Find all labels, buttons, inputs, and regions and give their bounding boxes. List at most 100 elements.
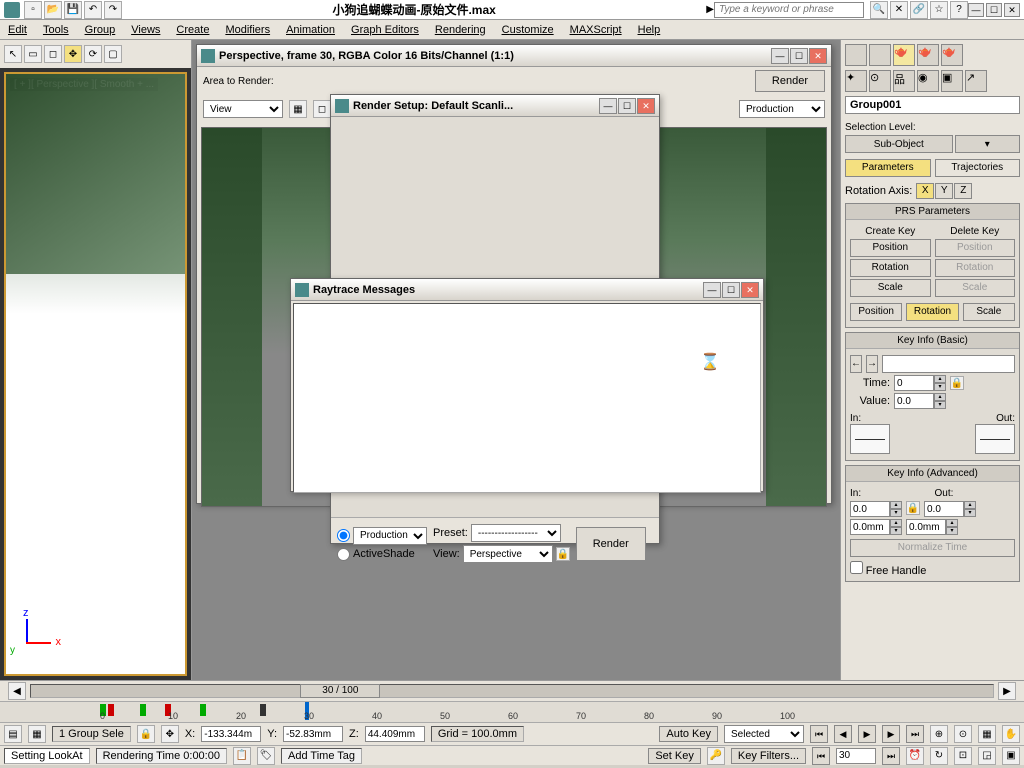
menu-rendering[interactable]: Rendering bbox=[435, 24, 486, 36]
prs-rollout-header[interactable]: PRS Parameters bbox=[846, 204, 1019, 220]
production-radio[interactable] bbox=[337, 529, 350, 542]
open-icon[interactable]: 📂 bbox=[44, 1, 62, 19]
tag-icon[interactable]: 🏷 bbox=[257, 747, 275, 765]
move-icon[interactable]: ✥ bbox=[64, 45, 82, 63]
time-ruler[interactable]: 0 10 20 30 40 50 60 70 80 90 100 bbox=[0, 701, 1024, 723]
menu-customize[interactable]: Customize bbox=[502, 24, 554, 36]
vp-nav-5[interactable]: ↻ bbox=[930, 747, 948, 765]
key-number-field[interactable] bbox=[882, 355, 1015, 373]
rs-close-button[interactable]: ✕ bbox=[637, 98, 655, 114]
next-key-button[interactable]: → bbox=[866, 355, 878, 373]
vp-nav-2[interactable]: ⊙ bbox=[954, 725, 972, 743]
save-icon[interactable]: 💾 bbox=[64, 1, 82, 19]
rt-close-button[interactable]: ✕ bbox=[741, 282, 759, 298]
trajectories-tab[interactable]: Trajectories bbox=[935, 159, 1021, 177]
key-mode-select[interactable]: Selected bbox=[724, 725, 804, 743]
lock-adv-icon[interactable]: 🔒 bbox=[906, 501, 920, 515]
rf-minimize-button[interactable]: — bbox=[771, 48, 789, 64]
search-input[interactable] bbox=[714, 2, 864, 18]
minimize-button[interactable]: — bbox=[968, 3, 984, 17]
rs-maximize-button[interactable]: ☐ bbox=[618, 98, 636, 114]
create-tab-icon[interactable] bbox=[845, 44, 867, 66]
star-icon[interactable]: ☆ bbox=[930, 1, 948, 19]
activeshade-radio[interactable] bbox=[337, 548, 350, 561]
create-rotation-button[interactable]: Rotation bbox=[850, 259, 931, 277]
rf-render-button[interactable]: Render bbox=[755, 70, 825, 92]
maximize-button[interactable]: ☐ bbox=[986, 3, 1002, 17]
key-filters-button[interactable]: Key Filters... bbox=[731, 748, 806, 764]
key-info-basic-header[interactable]: Key Info (Basic) bbox=[846, 333, 1019, 349]
vp-nav-3[interactable]: ▦ bbox=[978, 725, 996, 743]
goto-end-button[interactable]: ⏭ bbox=[906, 725, 924, 743]
icon-6[interactable]: ↗ bbox=[965, 70, 987, 92]
scale-icon[interactable]: ▢ bbox=[104, 45, 122, 63]
value-up[interactable]: ▴ bbox=[934, 393, 946, 401]
select-icon[interactable]: ↖ bbox=[4, 45, 22, 63]
prev-key-button[interactable]: ← bbox=[850, 355, 862, 373]
parameters-tab[interactable]: Parameters bbox=[845, 159, 931, 177]
create-scale-button[interactable]: Scale bbox=[850, 279, 931, 297]
hierarchy-tab-icon[interactable]: 🫖 bbox=[893, 44, 915, 66]
free-handle-checkbox[interactable] bbox=[850, 561, 863, 574]
y-coord-input[interactable] bbox=[283, 726, 343, 742]
add-time-tag[interactable]: Add Time Tag bbox=[281, 748, 362, 764]
status-icon-2[interactable]: ▦ bbox=[28, 725, 46, 743]
scale-mode-button[interactable]: Scale bbox=[963, 303, 1015, 321]
time-up[interactable]: ▴ bbox=[934, 375, 946, 383]
vp-nav-7[interactable]: ◲ bbox=[978, 747, 996, 765]
value-spinner[interactable] bbox=[894, 393, 934, 409]
time-down[interactable]: ▾ bbox=[934, 383, 946, 391]
in-tangent-button[interactable] bbox=[850, 424, 890, 454]
adv-in2-spinner[interactable] bbox=[850, 519, 890, 535]
preset-select[interactable]: ------------------ bbox=[471, 524, 561, 542]
binoculars-icon[interactable]: 🔍 bbox=[870, 1, 888, 19]
sub-object-dropdown[interactable]: ▾ bbox=[955, 135, 1020, 153]
menu-tools[interactable]: Tools bbox=[43, 24, 69, 36]
rs-minimize-button[interactable]: — bbox=[599, 98, 617, 114]
normalize-time-button[interactable]: Normalize Time bbox=[850, 539, 1015, 557]
rt-minimize-button[interactable]: — bbox=[703, 282, 721, 298]
modify-tab-icon[interactable] bbox=[869, 44, 891, 66]
goto-start-button[interactable]: ⏮ bbox=[810, 725, 828, 743]
rf-icon-2[interactable]: ◻ bbox=[313, 100, 331, 118]
rotation-mode-button[interactable]: Rotation bbox=[906, 303, 958, 321]
time-config-icon[interactable]: ⏰ bbox=[906, 747, 924, 765]
next-frame-button[interactable]: ▶ bbox=[882, 725, 900, 743]
rs-render-button[interactable]: Render bbox=[576, 527, 646, 561]
new-icon[interactable]: ▫ bbox=[24, 1, 42, 19]
rf-icon-1[interactable]: ▦ bbox=[289, 100, 307, 118]
set-key-button[interactable]: Set Key bbox=[648, 748, 701, 764]
next-key-nav-button[interactable]: ⏭ bbox=[882, 747, 900, 765]
delete-scale-button[interactable]: Scale bbox=[935, 279, 1016, 297]
icon-5[interactable]: ▣ bbox=[941, 70, 963, 92]
time-slider-thumb[interactable]: 30 / 100 bbox=[300, 684, 380, 698]
sub-object-button[interactable]: Sub-Object bbox=[845, 135, 953, 153]
time-slider-left[interactable]: ◀ bbox=[8, 682, 26, 700]
menu-maxscript[interactable]: MAXScript bbox=[570, 24, 622, 36]
prev-frame-button[interactable]: ◀ bbox=[834, 725, 852, 743]
key-icon[interactable]: 🔑 bbox=[707, 747, 725, 765]
status-icon-1[interactable]: ▤ bbox=[4, 725, 22, 743]
script-icon[interactable]: 📋 bbox=[233, 747, 251, 765]
lock-selection-icon[interactable]: 🔒 bbox=[137, 725, 155, 743]
menu-modifiers[interactable]: Modifiers bbox=[225, 24, 270, 36]
undo-icon[interactable]: ↶ bbox=[84, 1, 102, 19]
production-select[interactable]: Production bbox=[739, 100, 825, 118]
x-coord-input[interactable] bbox=[201, 726, 261, 742]
rotate-icon[interactable]: ⟳ bbox=[84, 45, 102, 63]
key-info-advanced-header[interactable]: Key Info (Advanced) bbox=[846, 466, 1019, 482]
time-slider-track[interactable]: 30 / 100 bbox=[30, 684, 994, 698]
viewport-perspective[interactable]: [ + ][ Perspective ][ Smooth + ... y bbox=[4, 72, 187, 676]
auto-key-button[interactable]: Auto Key bbox=[659, 726, 718, 742]
axis-z-button[interactable]: Z bbox=[954, 183, 972, 199]
current-frame-input[interactable] bbox=[836, 748, 876, 764]
vp-nav-1[interactable]: ⊕ bbox=[930, 725, 948, 743]
window-select-icon[interactable]: ◻ bbox=[44, 45, 62, 63]
adv-in-spinner[interactable] bbox=[850, 501, 890, 517]
menu-group[interactable]: Group bbox=[85, 24, 116, 36]
create-position-button[interactable]: Position bbox=[850, 239, 931, 257]
connect-icon[interactable]: ✕ bbox=[890, 1, 908, 19]
rf-close-button[interactable]: ✕ bbox=[809, 48, 827, 64]
redo-icon[interactable]: ↷ bbox=[104, 1, 122, 19]
vp-nav-4[interactable]: ✋ bbox=[1002, 725, 1020, 743]
